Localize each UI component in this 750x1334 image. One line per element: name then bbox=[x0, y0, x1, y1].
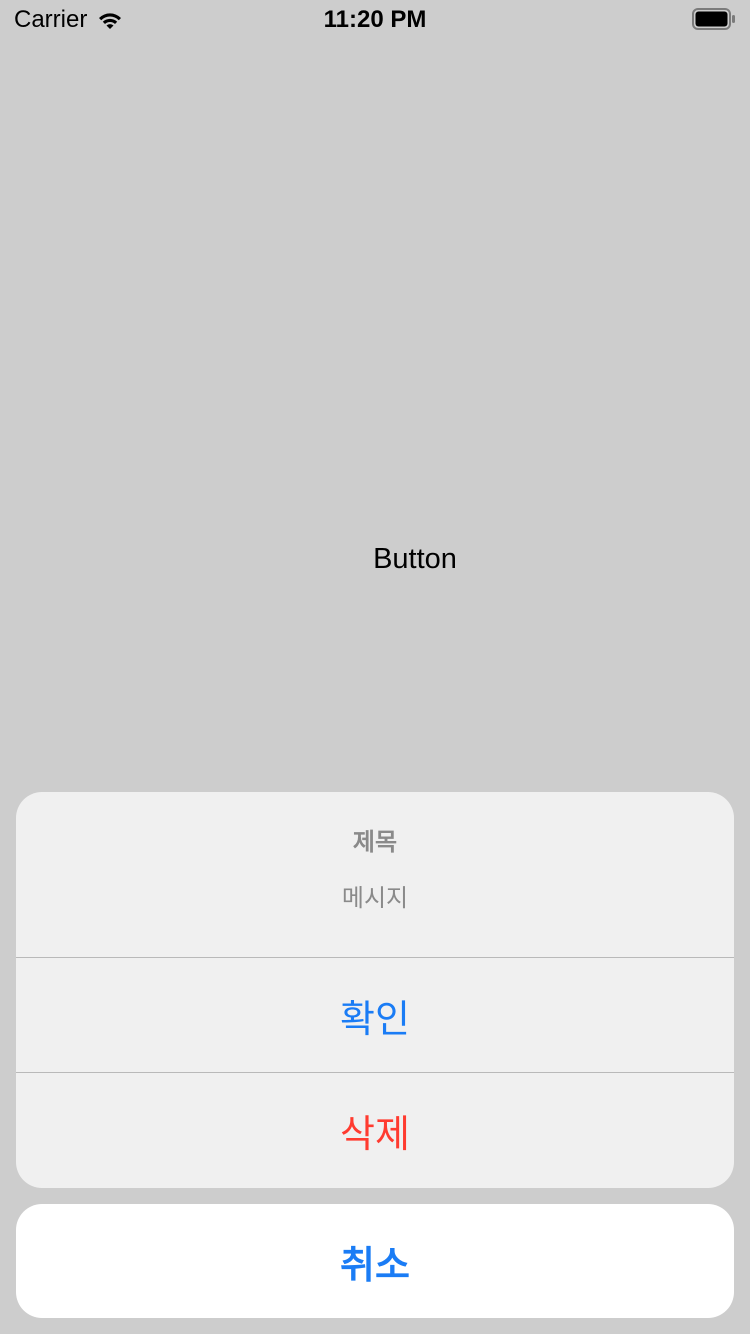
action-sheet: 제목 메시지 확인 삭제 bbox=[16, 792, 734, 1188]
action-sheet-title: 제목 bbox=[352, 829, 398, 856]
delete-button[interactable]: 삭제 bbox=[16, 1073, 734, 1188]
action-sheet-header: 제목 메시지 bbox=[16, 792, 734, 958]
main-button[interactable]: Button bbox=[330, 536, 500, 582]
confirm-button[interactable]: 확인 bbox=[16, 958, 734, 1073]
cancel-button[interactable]: 취소 bbox=[16, 1204, 734, 1318]
action-sheet-message: 메시지 bbox=[341, 885, 409, 912]
status-bar: Carrier 11:20 PM bbox=[0, 0, 750, 40]
status-time: 11:20 PM bbox=[323, 6, 427, 33]
battery-icon bbox=[692, 8, 735, 30]
